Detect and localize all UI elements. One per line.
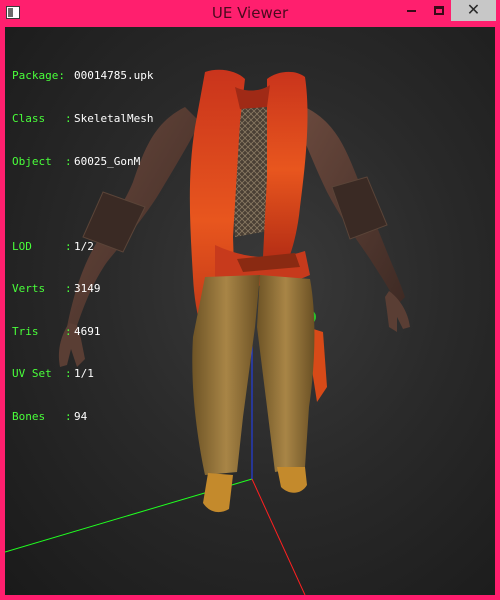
info-row-uvset: UV Set :1/1 — [12, 367, 153, 381]
title-bar[interactable]: UE Viewer ✕ — [0, 0, 500, 27]
close-button[interactable]: ✕ — [451, 0, 496, 21]
info-row-tris: Tris :4691 — [12, 325, 153, 339]
window-title: UE Viewer — [211, 4, 289, 22]
minimize-button[interactable] — [398, 0, 424, 21]
bones-value: 94 — [74, 410, 88, 424]
object-label: Object : — [12, 154, 72, 168]
object-value: 60025_GonM — [74, 154, 141, 168]
tris-label: Tris : — [12, 324, 72, 338]
class-value: SkeletalMesh — [74, 112, 154, 126]
info-row-class: Class : SkeletalMesh — [12, 112, 153, 126]
maximize-button[interactable] — [426, 0, 452, 21]
close-icon: ✕ — [466, 0, 481, 19]
minimize-icon — [406, 9, 416, 12]
package-label: Package: — [12, 69, 65, 83]
mesh-info-overlay: Package: 00014785.upk Class : SkeletalMesh… — [12, 41, 153, 453]
lod-value: 1/2 — [74, 239, 94, 253]
uvset-value: 1/1 — [74, 367, 94, 381]
class-label: Class : — [12, 112, 72, 126]
info-row-package: Package: 00014785.upk — [12, 69, 153, 83]
info-row-lod: LOD :1/2 — [12, 240, 153, 254]
package-value: 00014785.upk — [74, 69, 154, 83]
verts-value: 3149 — [74, 282, 101, 296]
3d-viewport[interactable]: Package: 00014785.upk Class : SkeletalMesh… — [5, 27, 495, 595]
uvset-label: UV Set : — [12, 367, 72, 381]
tris-value: 4691 — [74, 324, 101, 338]
verts-label: Verts : — [12, 282, 72, 296]
lod-label: LOD : — [12, 239, 72, 253]
app-window: UE Viewer ✕ Package: 00014785.upk Class … — [0, 0, 500, 600]
info-row-object: Object :60025_GonM — [12, 155, 153, 169]
axis-x-line — [251, 478, 306, 595]
info-row-bones: Bones :94 — [12, 410, 153, 424]
info-row-verts: Verts :3149 — [12, 282, 153, 296]
bones-label: Bones : — [12, 410, 72, 424]
maximize-icon — [434, 6, 444, 15]
